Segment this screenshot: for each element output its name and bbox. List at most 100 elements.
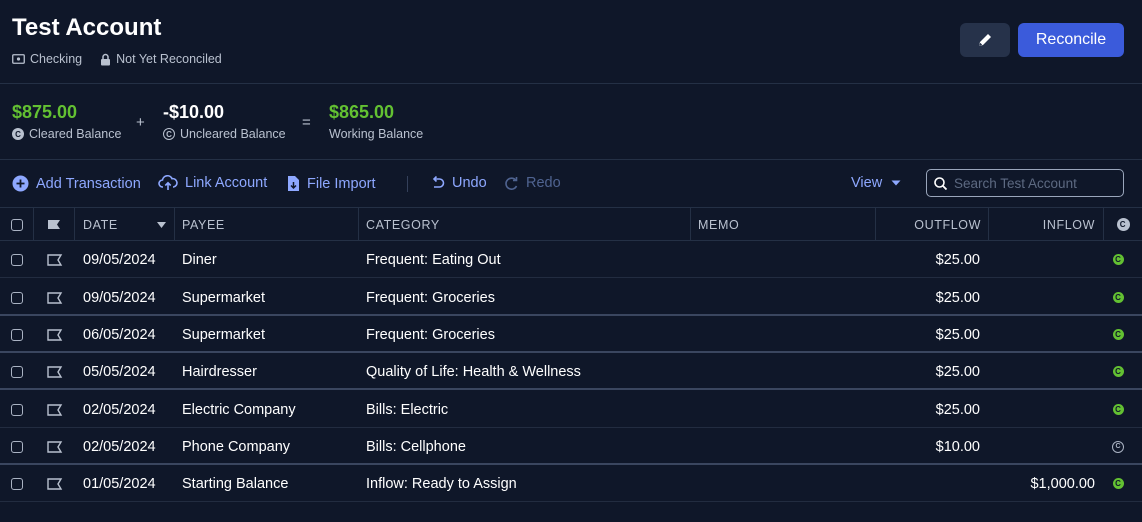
row-outflow[interactable]: $25.00 [876,241,980,278]
flag-outline-icon[interactable] [46,403,63,416]
transaction-row[interactable]: 09/05/2024 Diner Frequent: Eating Out $25.0… [0,241,1142,278]
cleared-icon[interactable]: C [1112,292,1124,303]
row-category[interactable]: Frequent: Groceries [366,279,495,316]
row-payee[interactable]: Hairdresser [182,353,257,390]
row-inflow[interactable] [989,391,1095,428]
undo-button[interactable]: Undo [431,175,487,191]
row-outflow[interactable]: $25.00 [876,391,980,428]
row-inflow[interactable] [989,428,1095,465]
row-memo[interactable] [698,241,868,278]
row-memo[interactable] [698,316,868,353]
row-inflow[interactable] [989,241,1095,278]
row-cleared-cell: C [1104,428,1132,465]
transaction-row[interactable]: 01/05/2024 Starting Balance Inflow: Ready … [0,465,1142,502]
row-payee[interactable]: Electric Company [182,391,296,428]
flag-outline-icon[interactable] [46,365,63,378]
link-account-label: Link Account [185,175,268,191]
transaction-row[interactable]: 09/05/2024 Supermarket Frequent: Groceries… [0,279,1142,316]
row-payee[interactable]: Supermarket [182,279,265,316]
payee-column-header[interactable]: PAYEE [175,208,359,241]
flag-outline-icon[interactable] [46,440,63,453]
view-dropdown[interactable]: View [851,175,901,191]
row-inflow[interactable]: $1,000.00 [989,465,1095,502]
row-checkbox[interactable] [11,365,23,378]
reconcile-button[interactable]: Reconcile [1018,23,1124,57]
row-checkbox[interactable] [11,403,23,416]
row-date[interactable]: 05/05/2024 [83,353,156,390]
uncleared-balance-caption: C Uncleared Balance [163,127,286,141]
uncleared-icon[interactable]: C [1112,440,1124,453]
flag-column-header[interactable] [34,208,75,241]
row-inflow[interactable] [989,353,1095,390]
row-memo[interactable] [698,465,868,502]
row-category[interactable]: Inflow: Ready to Assign [366,465,517,502]
row-memo[interactable] [698,391,868,428]
flag-outline-icon[interactable] [46,328,63,341]
row-inflow[interactable] [989,316,1095,353]
cleared-icon[interactable]: C [1112,329,1124,340]
row-category[interactable]: Frequent: Eating Out [366,241,501,278]
flag-outline-icon[interactable] [46,253,63,266]
category-column-header[interactable]: CATEGORY [359,208,691,241]
date-column-header[interactable]: DATE [75,208,175,241]
row-checkbox[interactable] [11,253,23,266]
row-category[interactable]: Frequent: Groceries [366,316,495,353]
cleared-icon[interactable]: C [1112,254,1124,265]
row-checkbox[interactable] [11,477,23,490]
cleared-icon[interactable]: C [1112,366,1124,377]
row-payee[interactable]: Starting Balance [182,465,288,502]
row-outflow[interactable]: $10.00 [876,428,980,465]
cleared-balance-label: Cleared Balance [29,127,122,141]
row-outflow[interactable]: $25.00 [876,316,980,353]
select-all-checkbox[interactable] [10,218,23,231]
row-category[interactable]: Bills: Electric [366,391,448,428]
row-inflow[interactable] [989,279,1095,316]
search-box[interactable] [926,169,1124,197]
file-import-button[interactable]: File Import [287,175,376,192]
cleared-column-header[interactable]: C [1104,208,1142,241]
cleared-icon[interactable]: C [1112,478,1124,489]
flag-outline-icon[interactable] [46,477,63,490]
category-header-label: CATEGORY [366,217,440,232]
row-memo[interactable] [698,279,868,316]
row-memo[interactable] [698,353,868,390]
add-transaction-label: Add Transaction [36,175,141,192]
row-date[interactable]: 06/05/2024 [83,316,156,353]
link-account-button[interactable]: Link Account [158,175,267,191]
row-cleared-cell: C [1104,241,1132,278]
uncleared-balance-amount: -$10.00 [163,102,225,122]
transaction-row[interactable]: 02/05/2024 Phone Company Bills: Cellphone $… [0,428,1142,465]
cleared-icon[interactable]: C [1112,404,1124,415]
transaction-row[interactable]: 06/05/2024 Supermarket Frequent: Groceries… [0,316,1142,353]
sort-descending-icon [157,221,166,228]
row-memo[interactable] [698,428,868,465]
row-checkbox[interactable] [11,291,23,304]
row-outflow[interactable]: $25.00 [876,353,980,390]
row-payee[interactable]: Diner [182,241,217,278]
flag-outline-icon[interactable] [46,291,63,304]
outflow-column-header[interactable]: OUTFLOW [876,208,989,241]
row-outflow[interactable]: $25.00 [876,279,980,316]
row-date[interactable]: 02/05/2024 [83,428,156,465]
redo-button[interactable]: Redo [504,175,561,191]
row-checkbox[interactable] [11,440,23,453]
flag-icon [48,220,60,229]
row-date[interactable]: 09/05/2024 [83,279,156,316]
row-date[interactable]: 01/05/2024 [83,465,156,502]
row-category[interactable]: Bills: Cellphone [366,428,466,465]
row-checkbox[interactable] [11,328,23,341]
pencil-icon [979,34,991,46]
memo-column-header[interactable]: MEMO [691,208,876,241]
search-input[interactable] [954,175,1114,191]
add-transaction-button[interactable]: Add Transaction [12,175,141,192]
row-date[interactable]: 02/05/2024 [83,391,156,428]
row-date[interactable]: 09/05/2024 [83,241,156,278]
edit-account-button[interactable] [960,23,1010,57]
transaction-row[interactable]: 02/05/2024 Electric Company Bills: Electri… [0,391,1142,428]
row-outflow[interactable] [876,465,980,502]
transaction-row[interactable]: 05/05/2024 Hairdresser Quality of Life: He… [0,353,1142,390]
row-category[interactable]: Quality of Life: Health & Wellness [366,353,581,390]
row-payee[interactable]: Supermarket [182,316,265,353]
inflow-column-header[interactable]: INFLOW [989,208,1104,241]
row-payee[interactable]: Phone Company [182,428,290,465]
